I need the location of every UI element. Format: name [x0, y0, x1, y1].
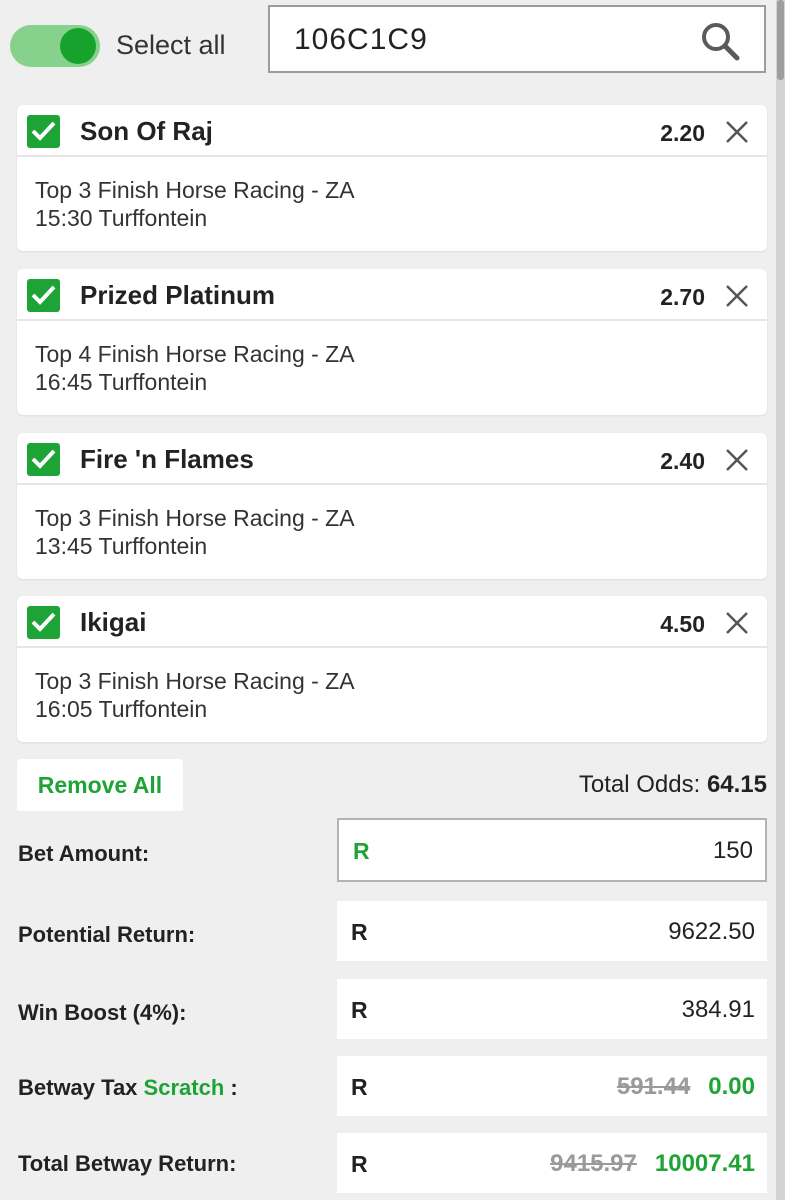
currency-symbol: R [351, 919, 368, 945]
total-odds-value: 64.15 [706, 771, 767, 798]
bet-card-header: Son Of Raj 2.20 [17, 105, 767, 157]
close-icon[interactable] [725, 611, 749, 635]
bet-card: Prized Platinum 2.70 Top 4 Finish Horse … [17, 269, 767, 415]
tax-old-value: 591.44 [616, 1073, 691, 1100]
betway-tax-label: Betway Tax Scratch : [18, 1074, 238, 1102]
selection-name: Prized Platinum [80, 280, 276, 310]
race-info: 16:05 Turffontein [35, 696, 208, 722]
bet-card: Son Of Raj 2.20 Top 3 Finish Horse Racin… [17, 105, 767, 251]
market-name: Top 4 Finish Horse Racing - ZA [35, 341, 355, 367]
checkbox-checked-icon[interactable] [27, 606, 60, 639]
market-name: Top 3 Finish Horse Racing - ZA [35, 177, 355, 203]
market-name: Top 3 Finish Horse Racing - ZA [35, 505, 355, 531]
checkbox-checked-icon[interactable] [27, 115, 60, 148]
selection-odds: 2.40 [660, 448, 705, 474]
total-return-new-value: 10007.41 [654, 1150, 755, 1177]
selection-name: Ikigai [80, 607, 147, 637]
selection-name: Fire 'n Flames [80, 444, 254, 474]
race-info: 15:30 Turffontein [35, 205, 208, 231]
checkbox-checked-icon[interactable] [27, 279, 60, 312]
market-name: Top 3 Finish Horse Racing - ZA [35, 668, 355, 694]
win-boost-label: Win Boost (4%): [18, 1000, 187, 1025]
bet-amount-input[interactable]: R 150 [337, 818, 767, 882]
currency-symbol: R [351, 997, 368, 1023]
search-value[interactable]: 106C1C9 [294, 23, 428, 57]
total-return-label: Total Betway Return: [18, 1151, 237, 1176]
selection-odds: 2.70 [660, 284, 705, 310]
win-boost-value: 384.91 [681, 996, 755, 1023]
tax-label-scratch: Scratch [143, 1075, 225, 1100]
currency-symbol: R [353, 838, 370, 864]
tax-label-suffix: : [230, 1075, 238, 1100]
currency-symbol: R [351, 1151, 368, 1177]
bet-card: Fire 'n Flames 2.40 Top 3 Finish Horse R… [17, 433, 767, 579]
potential-return-box: R 9622.50 [337, 901, 767, 961]
total-odds-label: Total Odds: [578, 771, 701, 798]
total-odds: Total Odds: 64.15 [579, 771, 767, 799]
bet-card-header: Prized Platinum 2.70 [17, 269, 767, 321]
bet-card: Ikigai 4.50 Top 3 Finish Horse Racing - … [17, 596, 767, 742]
toggle-knob [60, 28, 96, 64]
total-return-old-value: 9415.97 [550, 1150, 637, 1177]
select-all-toggle[interactable] [10, 25, 100, 67]
potential-return-value: 9622.50 [668, 918, 755, 945]
tax-label-prefix: Betway Tax [18, 1075, 138, 1100]
tax-new-value: 0.00 [708, 1073, 755, 1100]
close-icon[interactable] [725, 120, 749, 144]
betway-tax-box: R 591.44 0.00 [337, 1056, 767, 1116]
selection-odds: 2.20 [660, 120, 705, 146]
bet-card-header: Ikigai 4.50 [17, 596, 767, 648]
checkbox-checked-icon[interactable] [27, 443, 60, 476]
scrollbar-thumb[interactable] [777, 0, 784, 80]
bet-amount-label: Bet Amount: [18, 841, 150, 866]
close-icon[interactable] [725, 284, 749, 308]
currency-symbol: R [351, 1074, 368, 1100]
bet-amount-value[interactable]: 150 [713, 837, 753, 865]
search-icon[interactable] [700, 21, 740, 61]
potential-return-label: Potential Return: [18, 922, 196, 947]
close-icon[interactable] [725, 448, 749, 472]
scrollbar[interactable] [776, 0, 785, 1200]
selection-odds: 4.50 [660, 611, 705, 637]
remove-all-button[interactable]: Remove All [17, 759, 183, 811]
race-info: 13:45 Turffontein [35, 533, 208, 559]
bet-card-header: Fire 'n Flames 2.40 [17, 433, 767, 485]
race-info: 16:45 Turffontein [35, 369, 208, 395]
betway-tax-values: 591.44 0.00 [617, 1073, 755, 1101]
selection-name: Son Of Raj [80, 116, 213, 146]
win-boost-box: R 384.91 [337, 979, 767, 1039]
search-input[interactable]: 106C1C9 [268, 5, 766, 73]
select-all-label: Select all [116, 30, 226, 60]
total-return-box: R 9415.97 10007.41 [337, 1133, 767, 1193]
total-return-values: 9415.97 10007.41 [550, 1150, 755, 1178]
